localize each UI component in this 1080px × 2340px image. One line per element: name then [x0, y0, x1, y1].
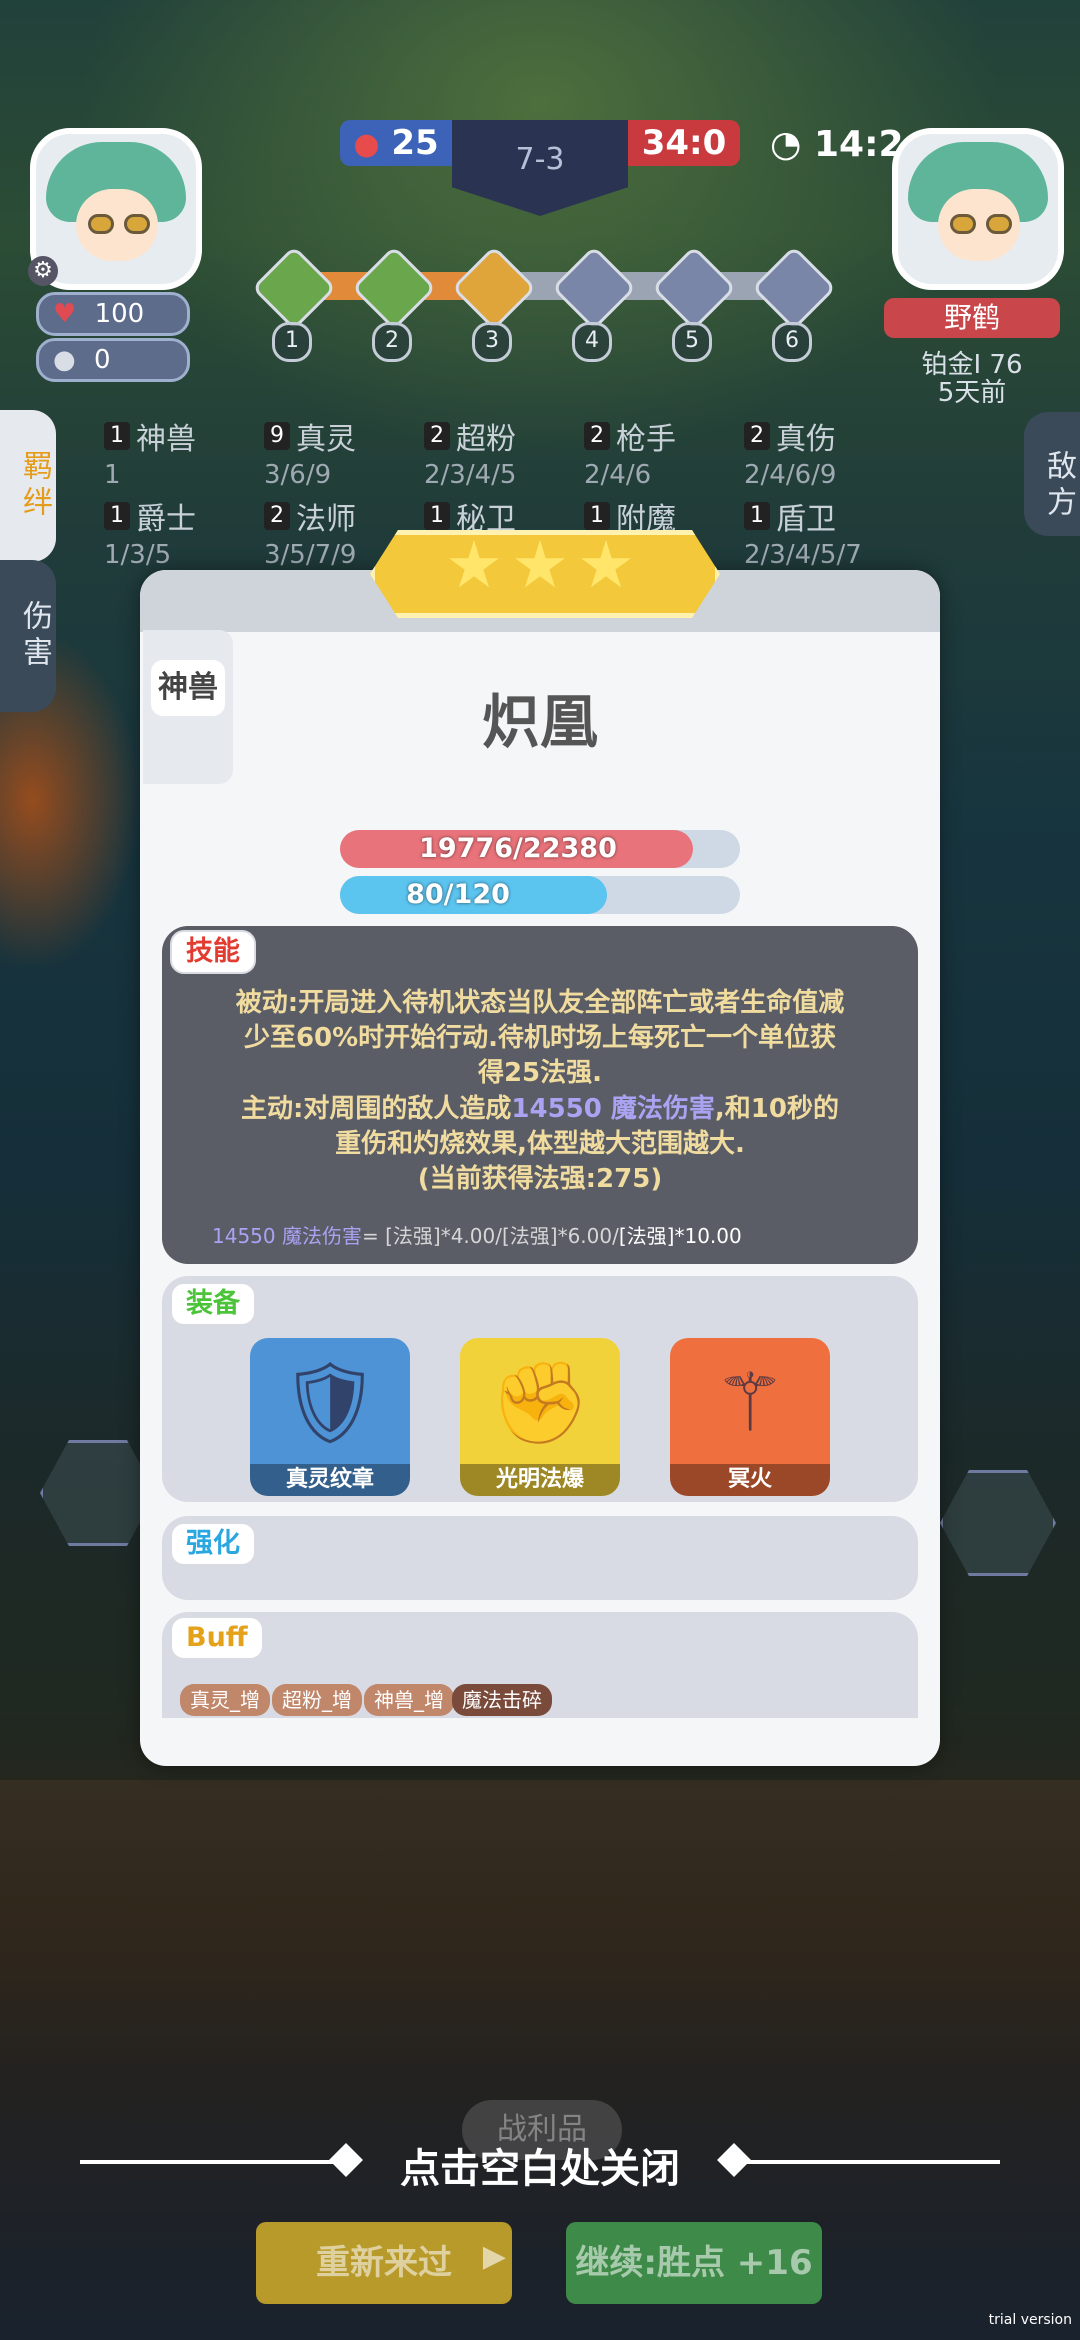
tab-bond[interactable]: 羁绊 — [0, 410, 56, 562]
skill-passive-line3: 得25法强. — [477, 1058, 603, 1088]
buff-chip[interactable]: 魔法击碎 — [452, 1684, 552, 1716]
trait-item[interactable]: 2 法师 3/5/7/9 — [264, 494, 356, 570]
trait-count: 1 — [104, 502, 130, 530]
trait-name: 盾卫 — [776, 502, 836, 537]
equipment-slot[interactable]: ⚚ 冥火 — [670, 1338, 830, 1496]
trait-name: 神兽 — [136, 422, 196, 457]
equipment-name: 冥火 — [670, 1464, 830, 1496]
enemy-avatar[interactable] — [892, 128, 1064, 290]
trait-name: 超粉 — [456, 422, 516, 457]
trait-item[interactable]: 2 真伤 2/4/6/9 — [744, 414, 836, 490]
enhance-label: 强化 — [170, 1522, 256, 1566]
skill-label: 技能 — [170, 930, 256, 974]
trait-count: 1 — [104, 422, 130, 450]
equipment-slot[interactable]: 🛡 真灵纹章 — [250, 1338, 410, 1496]
trait-levels: 3/6/9 — [264, 460, 332, 490]
skill-passive-line2: 少至60%时开始行动.待机时场上每死亡一个单位获 — [243, 1023, 837, 1053]
player-coins-pill: ● 0 — [36, 338, 190, 382]
trait-count: 2 — [744, 422, 770, 450]
trait-name: 真灵 — [296, 422, 356, 457]
mana-text: 80/120 — [406, 879, 510, 910]
trait-item[interactable]: 1 神兽 1 — [104, 414, 196, 490]
buff-label: Buff — [170, 1616, 264, 1660]
clock-icon: ◔ — [770, 124, 802, 165]
flame-icon: ● — [353, 127, 380, 162]
trait-item[interactable]: 2 超粉 2/3/4/5 — [424, 414, 516, 490]
trait-count: 1 — [744, 502, 770, 530]
trait-levels: 2/3/4/5/7 — [744, 540, 862, 570]
continue-button[interactable]: 继续:胜点 +16 — [566, 2222, 822, 2304]
buff-chip[interactable]: 真灵_增 — [180, 1684, 270, 1716]
trait-item[interactable]: 1 盾卫 2/3/4/5/7 — [744, 494, 862, 570]
trait-item[interactable]: 1 爵士 1/3/5 — [104, 494, 196, 570]
trait-name: 枪手 — [616, 422, 676, 457]
stage-number: 4 — [572, 322, 612, 362]
watermark: trial version — [988, 2312, 1072, 2328]
trait-count: 2 — [584, 422, 610, 450]
trait-count: 1 — [424, 502, 450, 530]
enhance-section — [162, 1516, 918, 1600]
stage-number: 5 — [672, 322, 712, 362]
player-hp-pill: ♥ 100 — [36, 292, 190, 336]
match-timer: ◔ 14:2 — [770, 124, 904, 165]
red-score: 34:0 — [628, 120, 740, 166]
close-hint[interactable]: 点击空白处关闭 — [0, 2136, 1080, 2194]
dark-staff-icon: ⚚ — [714, 1356, 786, 1449]
skill-active-line1: 主动:对周围的敌人造成14550 魔法伤害,和10秒的 — [241, 1094, 839, 1124]
trait-name: 爵士 — [136, 502, 196, 537]
hint-line-right — [740, 2160, 1000, 2164]
hp-text: 19776/22380 — [419, 833, 617, 864]
heart-icon: ♥ — [53, 299, 77, 329]
enemy-time: 5天前 — [937, 378, 1007, 408]
equipment-label: 装备 — [170, 1282, 256, 1326]
stage-number: 3 — [472, 322, 512, 362]
trait-name: 法师 — [296, 502, 356, 537]
tab-enemy[interactable]: 敌方 — [1024, 412, 1080, 536]
buff-chip[interactable]: 神兽_增 — [364, 1684, 454, 1716]
trait-levels: 2/3/4/5 — [424, 460, 517, 490]
trait-levels: 3/5/7/9 — [264, 540, 357, 570]
coin-icon: ● — [53, 345, 76, 375]
skill-current-power: (当前获得法强:275) — [417, 1164, 663, 1194]
skill-passive-line1: 被动:开局进入待机状态当队友全部阵亡或者生命值减 — [235, 988, 845, 1018]
skill-active-line2: 重伤和灼烧效果,体型越大范围越大. — [335, 1129, 745, 1159]
stage-number: 1 — [272, 322, 312, 362]
trait-levels: 2/4/6/9 — [744, 460, 837, 490]
tab-damage[interactable]: 伤害 — [0, 560, 56, 712]
trait-count: 2 — [264, 502, 290, 530]
stage-number: 2 — [372, 322, 412, 362]
trait-levels: 2/4/6 — [584, 460, 652, 490]
video-icon: ▶ — [482, 2239, 506, 2274]
enemy-name: 野鹤 — [884, 298, 1060, 338]
blue-score: ● 25 — [340, 120, 452, 166]
trait-levels: 1/3/5 — [104, 540, 172, 570]
trait-levels: 1 — [104, 460, 121, 490]
retry-button[interactable]: 重新来过 ▶ — [256, 2222, 512, 2304]
buff-chip[interactable]: 超粉_增 — [272, 1684, 362, 1716]
trait-item[interactable]: 2 枪手 2/4/6 — [584, 414, 676, 490]
trait-name: 真伤 — [776, 422, 836, 457]
settings-gear-icon[interactable]: ⚙ — [28, 256, 58, 286]
stage-number: 6 — [772, 322, 812, 362]
skill-formula: 14550 魔法伤害= [法强]*4.00/[法强]*6.00/[法强]*10.… — [212, 1224, 742, 1248]
trait-count: 2 — [424, 422, 450, 450]
equipment-name: 光明法爆 — [460, 1464, 620, 1496]
trait-count: 9 — [264, 422, 290, 450]
dragon-gauntlet-icon: ✊ — [490, 1356, 590, 1449]
equipment-slot[interactable]: ✊ 光明法爆 — [460, 1338, 620, 1496]
unit-name: 炽凰 — [481, 688, 598, 756]
shield-emblem-icon: 🛡 — [279, 1356, 381, 1449]
equipment-name: 真灵纹章 — [250, 1464, 410, 1496]
skill-damage-value: 14550 魔法伤害 — [511, 1094, 715, 1124]
trait-item[interactable]: 9 真灵 3/6/9 — [264, 414, 356, 490]
trait-count: 1 — [584, 502, 610, 530]
